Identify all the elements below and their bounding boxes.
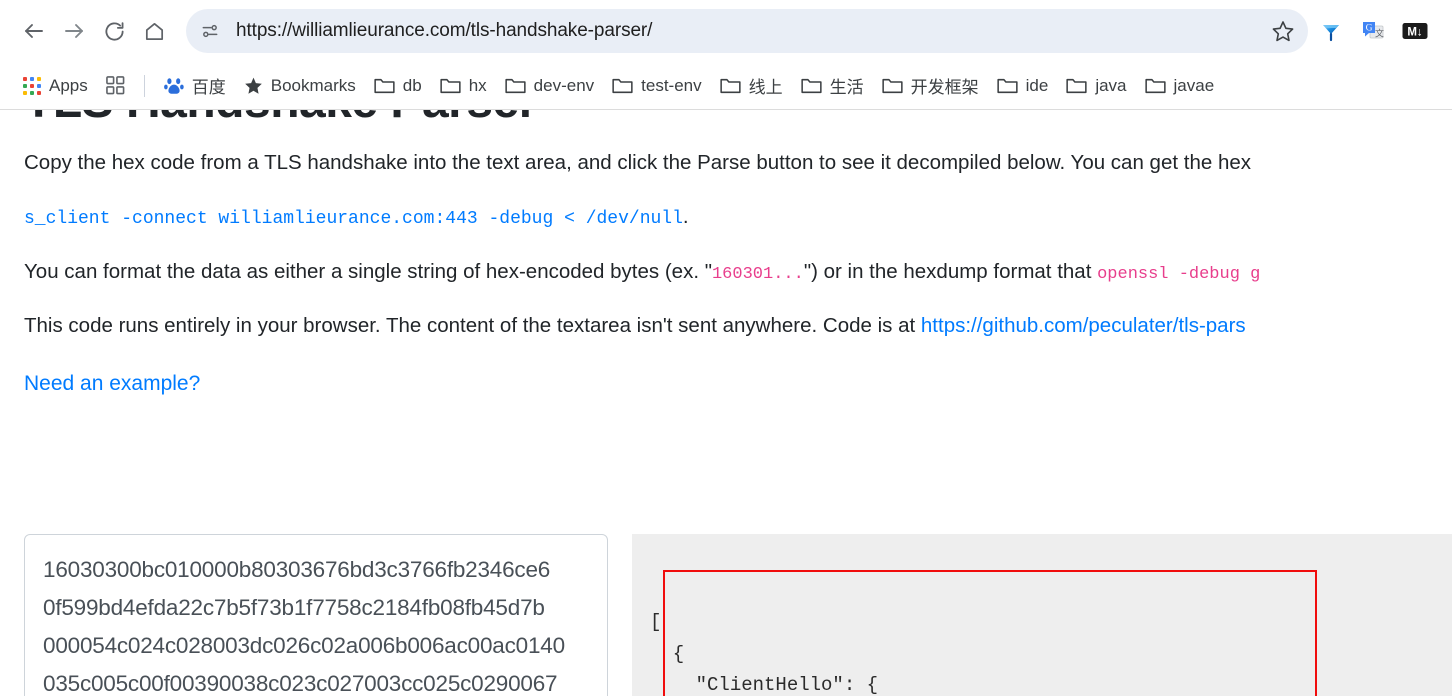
- browser-text: This code runs entirely in your browser.…: [24, 314, 921, 338]
- bookmark-item-bookmarks[interactable]: Bookmarks: [235, 71, 365, 101]
- folder-icon: [882, 78, 903, 93]
- format-text-1: You can format the data as either a sing…: [24, 259, 712, 283]
- bookmark-label-javae: javae: [1173, 75, 1215, 95]
- bookmark-item-java[interactable]: java: [1057, 71, 1135, 101]
- back-button[interactable]: [14, 11, 54, 51]
- hex-example-code: 160301...: [711, 264, 804, 284]
- folder-icon: [612, 78, 633, 93]
- bookmark-item-xianshang[interactable]: 线上: [711, 68, 792, 103]
- svg-text:G: G: [1366, 24, 1373, 34]
- format-text-2: ") or in the hexdump format that: [803, 259, 1098, 283]
- site-info-icon[interactable]: [192, 13, 228, 49]
- openssl-command-code: s_client -connect williamlieurance.com:4…: [24, 208, 683, 229]
- bookmarks-divider: [143, 74, 145, 97]
- openssl-debug-code: openssl -debug g: [1097, 264, 1261, 284]
- json-output-text: [ { "ClientHello": { "version": "Tls12",…: [650, 611, 879, 696]
- bookmark-item-test-env[interactable]: test-env: [603, 71, 710, 101]
- url-text[interactable]: https://williamlieurance.com/tls-handsha…: [228, 20, 1264, 42]
- folder-icon: [720, 78, 741, 93]
- bookmark-label-test-env: test-env: [641, 75, 702, 95]
- bookmark-item-db[interactable]: db: [365, 71, 431, 101]
- svg-text:M↓: M↓: [1407, 26, 1422, 38]
- page-title: TLS Handshake Parser: [24, 110, 1452, 129]
- browser-chrome: https://williamlieurance.com/tls-handsha…: [0, 0, 1452, 110]
- baidu-icon: [163, 77, 184, 94]
- bookmark-label-hx: hx: [468, 75, 487, 95]
- folder-icon: [801, 78, 822, 93]
- need-an-example-link[interactable]: Need an example?: [24, 372, 200, 396]
- github-repo-link[interactable]: https://github.com/peculater/tls-pars: [921, 314, 1246, 337]
- bookmark-item-dev-env[interactable]: dev-env: [496, 71, 603, 101]
- page-content: TLS Handshake Parser Copy the hex code f…: [0, 110, 1452, 696]
- folder-icon: [997, 78, 1018, 93]
- bookmark-label-db: db: [402, 75, 422, 95]
- bookmark-item-hx[interactable]: hx: [431, 71, 496, 101]
- bookmark-item-app-launcher[interactable]: [97, 71, 134, 100]
- command-suffix: .: [682, 204, 689, 228]
- markdown-download-extension-icon[interactable]: M↓: [1402, 18, 1428, 44]
- reload-button[interactable]: [94, 11, 134, 51]
- bookmark-item-kaifakuangjia[interactable]: 开发框架: [873, 68, 988, 103]
- bookmark-label-apps: Apps: [49, 75, 88, 95]
- browser-toolbar: https://williamlieurance.com/tls-handsha…: [0, 0, 1452, 62]
- bookmark-label-java: java: [1095, 75, 1127, 95]
- star-icon: [244, 77, 262, 94]
- extension-icons: 文 G M↓: [1318, 18, 1438, 44]
- bookmark-label-xianshang: 线上: [748, 78, 783, 97]
- folder-icon: [505, 78, 526, 93]
- bookmark-label-dev-env: dev-env: [533, 75, 595, 95]
- intro-paragraph: Copy the hex code from a TLS handshake i…: [24, 147, 1452, 179]
- bookmarks-bar: Apps 百度 Bookmarks db hx dev-env test-env…: [0, 62, 1452, 109]
- bookmark-item-javae[interactable]: javae: [1136, 71, 1224, 101]
- forward-button[interactable]: [54, 11, 94, 51]
- folder-icon: [1066, 78, 1087, 93]
- hex-input-textarea[interactable]: 16030300bc010000b80303676bd3c3766fb2346c…: [24, 534, 608, 696]
- bookmark-label-baidu: 百度: [191, 78, 226, 97]
- command-paragraph: s_client -connect williamlieurance.com:4…: [24, 201, 1452, 234]
- json-output-panel: [ { "ClientHello": { "version": "Tls12",…: [632, 534, 1452, 696]
- browser-paragraph: This code runs entirely in your browser.…: [24, 310, 1452, 342]
- intro-text: Copy the hex code from a TLS handshake i…: [24, 151, 1251, 175]
- bookmark-star-icon[interactable]: [1264, 12, 1302, 50]
- blue-diamond-extension-icon[interactable]: [1318, 18, 1344, 44]
- google-translate-extension-icon[interactable]: 文 G: [1360, 18, 1386, 44]
- svg-text:文: 文: [1375, 28, 1384, 39]
- bookmark-item-apps[interactable]: Apps: [14, 71, 97, 101]
- bookmark-label-bookmarks: Bookmarks: [270, 75, 356, 95]
- bookmark-item-shenghuo[interactable]: 生活: [792, 68, 873, 103]
- bookmark-label-shenghuo: 生活: [829, 78, 864, 97]
- bookmark-item-baidu[interactable]: 百度: [155, 68, 235, 103]
- bookmark-item-ide[interactable]: ide: [988, 71, 1058, 101]
- bookmark-label-ide: ide: [1025, 75, 1049, 95]
- home-button[interactable]: [134, 11, 174, 51]
- format-paragraph: You can format the data as either a sing…: [24, 256, 1452, 288]
- address-bar[interactable]: https://williamlieurance.com/tls-handsha…: [186, 9, 1308, 53]
- folder-icon: [374, 78, 395, 93]
- folder-icon: [440, 78, 461, 93]
- bookmark-label-kaifakuangjia: 开发框架: [910, 78, 979, 97]
- parser-panels: 16030300bc010000b80303676bd3c3766fb2346c…: [24, 534, 1452, 696]
- google-apps-grid-icon: [23, 76, 41, 95]
- app-launcher-icon: [105, 76, 125, 95]
- folder-icon: [1144, 78, 1166, 93]
